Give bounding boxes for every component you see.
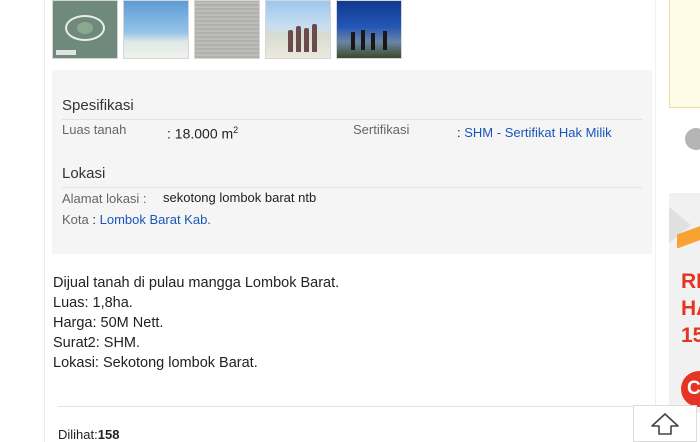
island-shape [65, 15, 105, 41]
ad-banner[interactable]: RI HA 15 CU [669, 193, 700, 413]
person-figure [312, 24, 317, 52]
person-figure [371, 33, 375, 50]
location-divider [62, 187, 642, 188]
content-divider [44, 0, 45, 442]
photo-gallery [52, 0, 402, 60]
city-link[interactable]: Lombok Barat Kab. [100, 212, 211, 227]
scroll-to-top-button[interactable] [633, 405, 697, 442]
thumbnail-beach[interactable] [123, 0, 189, 59]
view-counter: Dilihat:158 [58, 427, 120, 442]
footer-divider [58, 406, 652, 407]
person-figure [383, 31, 387, 50]
description-line: Harga: 50M Nett. [53, 315, 164, 331]
thumbnail-night[interactable] [336, 0, 402, 59]
listing-detail: Spesifikasi Luas tanah : 18.000 m2 Serti… [0, 0, 655, 442]
ad-cta-button[interactable]: CU [681, 371, 700, 407]
thumbnail-group[interactable] [265, 0, 331, 59]
location-title: Lokasi [62, 165, 106, 182]
map-watermark [56, 50, 76, 55]
person-figure [361, 30, 365, 50]
description-line: Surat2: SHM. [53, 335, 141, 351]
spec-title: Spesifikasi [62, 97, 134, 114]
person-figure [351, 32, 355, 50]
thumbnail-plain[interactable] [194, 0, 260, 59]
description-line: Dijual tanah di pulau mangga Lombok Bara… [53, 275, 340, 291]
land-area-value: : 18.000 m2 [167, 125, 239, 142]
thumbnail-map[interactable] [52, 0, 118, 59]
spec-divider [62, 119, 642, 120]
notice-box [669, 0, 700, 108]
person-figure [288, 30, 293, 52]
ad-headline: RI HA 15 [681, 270, 700, 347]
description-line: Lokasi: Sekotong lombok Barat. [53, 355, 258, 371]
specification-panel: Spesifikasi Luas tanah : 18.000 m2 Serti… [52, 70, 652, 254]
person-figure [296, 26, 301, 52]
address-value: sekotong lombok barat ntb [163, 190, 317, 205]
view-count: 158 [97, 427, 120, 442]
right-sidebar: RI HA 15 CU [655, 0, 700, 442]
city-label: Kota : Lombok Barat Kab. [62, 212, 211, 227]
sidebar-divider [655, 0, 656, 442]
listing-description: Dijual tanah di pulau mangga Lombok Bara… [53, 273, 339, 373]
land-area-label: Luas tanah [62, 122, 127, 137]
certificate-label: Sertifikasi [353, 122, 410, 137]
arrow-up-icon [651, 412, 679, 435]
address-label: Alamat lokasi : [62, 191, 147, 206]
whatsapp-icon[interactable] [685, 128, 700, 150]
certificate-link[interactable]: SHM - Sertifikat Hak Milik [464, 125, 611, 140]
description-line: Luas: 1,8ha. [53, 295, 133, 311]
certificate-value: : SHM - Sertifikat Hak Milik [457, 125, 612, 140]
person-figure [304, 28, 309, 52]
